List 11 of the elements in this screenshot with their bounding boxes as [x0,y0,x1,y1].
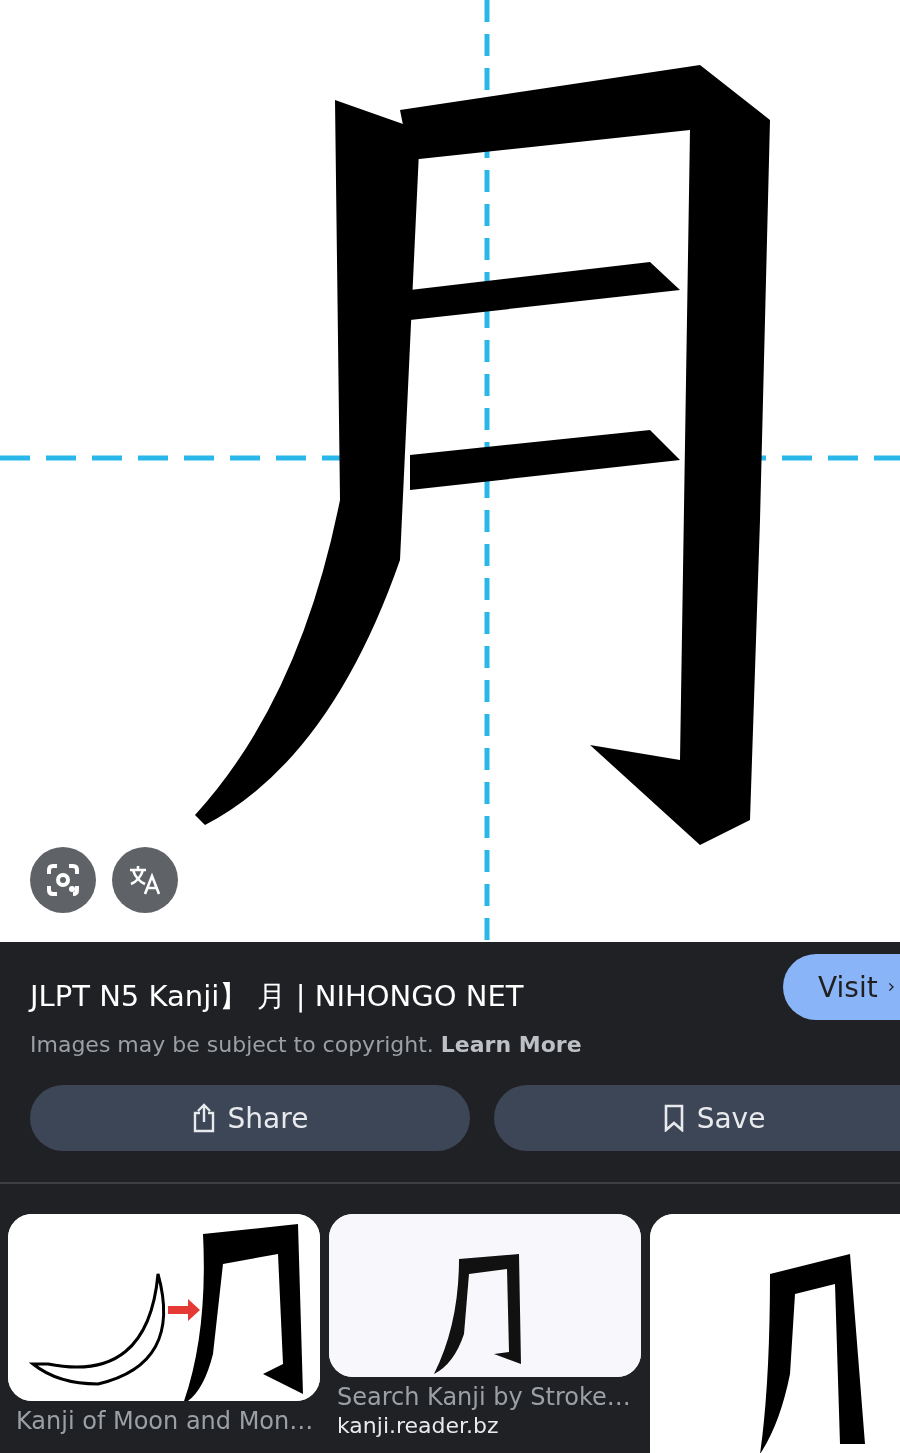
visit-button[interactable]: Visit [783,954,900,1020]
result-source: kanji.reader.bz [337,1413,500,1438]
result-title[interactable]: Kanji of Moon and Mon… [16,1407,320,1435]
page-title: JLPT N5 Kanji】 月 | NIHONGO NET [30,978,524,1015]
save-button[interactable]: Save [494,1085,900,1151]
share-icon [191,1103,216,1133]
share-button[interactable]: Share [30,1085,470,1151]
copyright-notice: Images may be subject to copyright. Learn More [30,1032,583,1057]
bookmark-icon [662,1104,685,1132]
result-title[interactable]: Search Kanji by Stroke… [337,1383,641,1411]
camera-search-icon [45,862,81,898]
